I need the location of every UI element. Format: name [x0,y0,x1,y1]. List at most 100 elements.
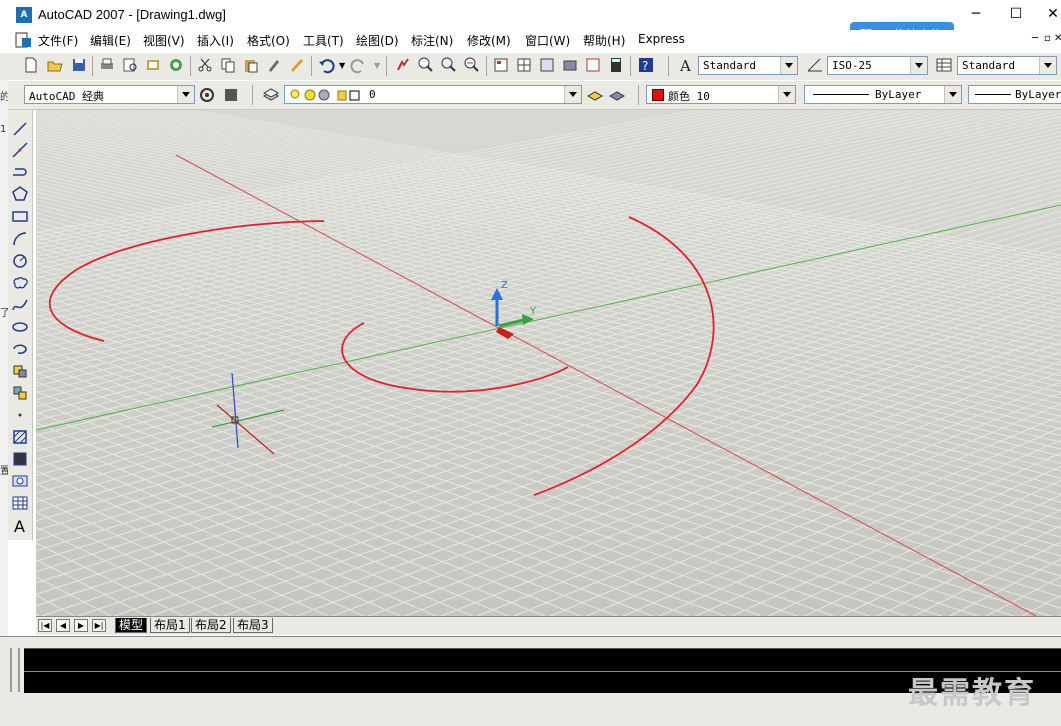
minimize-button[interactable]: ─ [966,6,986,24]
maximize-button[interactable]: ☐ [1006,6,1026,24]
pan-realtime-icon[interactable] [394,56,412,74]
gradient-icon[interactable] [11,450,29,468]
quickcalc-icon[interactable] [607,56,625,74]
menu-express[interactable]: Express [638,32,685,46]
design-center-icon[interactable] [515,56,533,74]
menu-draw[interactable]: 绘图(D) [356,32,399,49]
layer-properties-icon[interactable] [262,86,280,104]
make-block-icon[interactable] [11,384,29,402]
dimension-style-select[interactable]: ISO-25 [827,56,928,75]
polygon-icon[interactable] [11,185,29,203]
ellipse-icon[interactable] [11,318,29,336]
multiline-text-icon[interactable]: A [11,516,29,534]
color-select[interactable]: 颜色 10 [646,85,796,104]
doc-minimize-button[interactable]: ─ [1032,33,1038,44]
chevron-down-icon[interactable] [778,86,795,103]
revision-cloud-icon[interactable] [11,274,29,292]
linetype-select[interactable]: ByLayer [804,85,962,104]
doc-close-button[interactable]: ✕ [1054,33,1061,44]
chevron-down-icon[interactable] [910,57,927,74]
block-editor-icon[interactable] [288,56,306,74]
table-style-select[interactable]: Standard [957,56,1057,75]
3d-dwf-icon[interactable] [167,56,185,74]
copy-icon[interactable] [219,56,237,74]
layer-previous-icon[interactable] [608,86,626,104]
chevron-down-icon[interactable] [1039,57,1056,74]
last-tab-button[interactable]: ▶| [92,619,106,632]
text-style-select[interactable]: Standard [698,56,798,75]
rectangle-icon[interactable] [11,207,29,225]
menu-edit[interactable]: 编辑(E) [90,32,131,49]
properties-icon[interactable] [492,56,510,74]
menu-tools[interactable]: 工具(T) [303,32,344,49]
lineweight-select[interactable]: ByLayer [968,85,1061,104]
polyline-icon[interactable] [11,163,29,181]
spline-icon[interactable] [11,296,29,314]
make-object-layer-current-icon[interactable] [586,86,604,104]
help-icon[interactable]: ? [637,56,655,74]
sheet-set-manager-icon[interactable] [561,56,579,74]
close-button[interactable]: ✕ [1046,6,1060,24]
command-line[interactable] [24,648,1061,693]
open-icon[interactable] [46,56,64,74]
menu-modify[interactable]: 修改(M) [467,32,511,49]
paste-icon[interactable] [242,56,260,74]
drawing-viewport[interactable]: Z Y [36,110,1061,616]
chevron-down-icon[interactable] [564,86,581,103]
insert-block-icon[interactable] [11,362,29,380]
document-icon[interactable] [14,32,32,48]
circle-icon[interactable] [11,252,29,270]
next-tab-button[interactable]: ▶ [74,619,88,632]
tab-layout1[interactable]: 布局1 [150,618,190,633]
text-style-icon[interactable]: A [678,56,696,74]
chevron-down-icon[interactable] [177,86,194,103]
tool-palettes-icon[interactable] [538,56,556,74]
table-icon[interactable] [11,494,29,512]
point-icon[interactable] [11,406,29,424]
workspace-save-icon[interactable] [222,86,240,104]
menu-help[interactable]: 帮助(H) [583,32,625,49]
cut-icon[interactable] [196,56,214,74]
tab-layout2[interactable]: 布局2 [191,618,231,633]
zoom-window-icon[interactable] [440,56,458,74]
workspace-settings-icon[interactable] [198,86,216,104]
tab-layout3[interactable]: 布局3 [233,618,273,633]
plot-preview-icon[interactable] [121,56,139,74]
menu-window[interactable]: 窗口(W) [525,32,570,49]
save-icon[interactable] [70,56,88,74]
construction-line-icon[interactable] [11,141,29,159]
region-icon[interactable] [11,472,29,490]
menu-dimension[interactable]: 标注(N) [411,32,453,49]
drawing-canvas[interactable]: Z Y [36,110,1061,616]
hatch-icon[interactable] [11,428,29,446]
zoom-previous-icon[interactable] [463,56,481,74]
zoom-realtime-icon[interactable] [417,56,435,74]
chevron-down-icon[interactable] [780,57,797,74]
autocad-app-icon[interactable]: A [16,7,32,23]
undo-icon[interactable] [317,56,335,74]
match-properties-icon[interactable] [265,56,283,74]
arc-icon[interactable] [11,230,29,248]
layer-select[interactable]: 0 [284,85,582,104]
table-style-icon[interactable] [935,56,953,74]
command-window-grip[interactable] [10,648,20,692]
ellipse-arc-icon[interactable] [11,340,29,358]
print-icon[interactable] [98,56,116,74]
publish-icon[interactable] [144,56,162,74]
tab-model[interactable]: 模型 [115,618,148,633]
undo-dropdown-icon[interactable]: ▼ [339,61,345,70]
menu-format[interactable]: 格式(O) [247,32,290,49]
doc-restore-button[interactable]: ▫ [1044,33,1051,44]
line-icon[interactable] [11,120,29,138]
redo-icon[interactable] [350,56,368,74]
previous-tab-button[interactable]: ◀ [56,619,70,632]
menu-file[interactable]: 文件(F) [38,32,78,49]
first-tab-button[interactable]: |◀ [38,619,52,632]
chevron-down-icon[interactable] [944,86,961,103]
redo-dropdown-icon[interactable]: ▼ [374,61,380,70]
markup-set-manager-icon[interactable] [584,56,602,74]
dimension-style-icon[interactable] [806,56,824,74]
menu-insert[interactable]: 插入(I) [197,32,234,49]
new-icon[interactable] [22,56,40,74]
menu-view[interactable]: 视图(V) [143,32,185,49]
